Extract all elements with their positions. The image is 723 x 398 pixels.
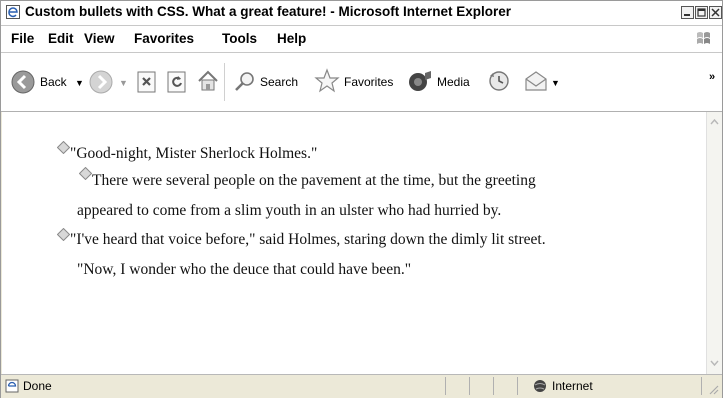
- standard-toolbar: Back ▼ ▼ Search Favorites Media ▼ »: [1, 53, 722, 112]
- back-dropdown-icon[interactable]: ▼: [75, 78, 84, 88]
- history-icon: [489, 71, 509, 91]
- refresh-button[interactable]: [165, 53, 189, 111]
- toolbar-overflow-chevron[interactable]: »: [709, 71, 715, 83]
- security-zone-label: Internet: [552, 379, 593, 393]
- browser-window: Custom bullets with CSS. What a great fe…: [0, 0, 723, 398]
- resize-grip-icon[interactable]: [707, 383, 719, 395]
- scroll-down-icon[interactable]: [707, 355, 722, 371]
- media-button[interactable]: Media: [405, 53, 485, 111]
- home-button[interactable]: [195, 53, 221, 111]
- media-label: Media: [437, 75, 470, 89]
- page-content: "Good-night, Mister Sherlock Holmes." Th…: [2, 112, 706, 374]
- maximize-button[interactable]: [695, 6, 708, 19]
- menu-favorites[interactable]: Favorites: [134, 31, 194, 46]
- status-divider: [701, 377, 702, 395]
- status-divider: [445, 377, 446, 395]
- forward-arrow-icon: [89, 70, 113, 94]
- window-title: Custom bullets with CSS. What a great fe…: [25, 4, 512, 19]
- scroll-up-icon[interactable]: [707, 114, 722, 130]
- forward-button[interactable]: ▼: [89, 53, 129, 111]
- diamond-bullet-icon: [57, 141, 70, 154]
- text-line-2: There were several people on the pavemen…: [92, 172, 536, 189]
- status-bar: Done Internet: [1, 374, 722, 398]
- stop-button[interactable]: [135, 53, 159, 111]
- mail-dropdown-icon[interactable]: ▼: [551, 78, 560, 88]
- mail-button[interactable]: ▼: [521, 53, 561, 111]
- menu-help[interactable]: Help: [277, 31, 306, 46]
- windows-logo-icon: [697, 32, 710, 44]
- forward-dropdown-icon[interactable]: ▼: [119, 78, 128, 88]
- menu-edit[interactable]: Edit: [48, 31, 74, 46]
- toolbar-separator: [224, 63, 225, 101]
- page-done-icon: [5, 379, 19, 393]
- back-label: Back: [40, 75, 67, 89]
- status-divider: [493, 377, 494, 395]
- menu-file[interactable]: File: [11, 31, 34, 46]
- minimize-icon: [684, 14, 690, 16]
- mail-icon: [525, 71, 547, 91]
- history-button[interactable]: [485, 53, 513, 111]
- minimize-button[interactable]: [681, 6, 694, 19]
- title-bar[interactable]: Custom bullets with CSS. What a great fe…: [1, 1, 722, 26]
- text-line-1: "Good-night, Mister Sherlock Holmes.": [70, 145, 318, 162]
- text-line-5: "Now, I wonder who the deuce that could …: [77, 261, 412, 278]
- vertical-scrollbar[interactable]: [706, 112, 722, 374]
- status-divider: [517, 377, 518, 395]
- close-button[interactable]: [709, 6, 722, 19]
- back-arrow-icon: [11, 70, 35, 94]
- favorites-button[interactable]: Favorites: [311, 53, 406, 111]
- menu-tools[interactable]: Tools: [222, 31, 257, 46]
- status-text: Done: [23, 379, 52, 393]
- menu-view[interactable]: View: [84, 31, 115, 46]
- text-line-3: appeared to come from a slim youth in an…: [77, 202, 502, 219]
- search-button[interactable]: Search: [229, 53, 314, 111]
- menu-bar: File Edit View Favorites Tools Help: [1, 26, 722, 53]
- search-label: Search: [260, 75, 299, 89]
- favorites-label: Favorites: [344, 75, 394, 89]
- status-divider: [469, 377, 470, 395]
- stop-icon: [137, 71, 156, 93]
- maximize-icon: [697, 8, 706, 17]
- refresh-icon: [167, 71, 186, 93]
- search-icon: [235, 72, 254, 91]
- diamond-bullet-icon: [57, 228, 70, 241]
- diamond-bullet-icon: [79, 167, 92, 180]
- close-icon: [711, 8, 720, 17]
- ie-page-icon: [6, 5, 20, 19]
- text-line-4: "I've heard that voice before," said Hol…: [70, 231, 546, 248]
- internet-globe-icon: [534, 380, 546, 392]
- media-icon: [409, 71, 431, 91]
- star-icon: [314, 68, 340, 93]
- home-icon: [198, 70, 218, 91]
